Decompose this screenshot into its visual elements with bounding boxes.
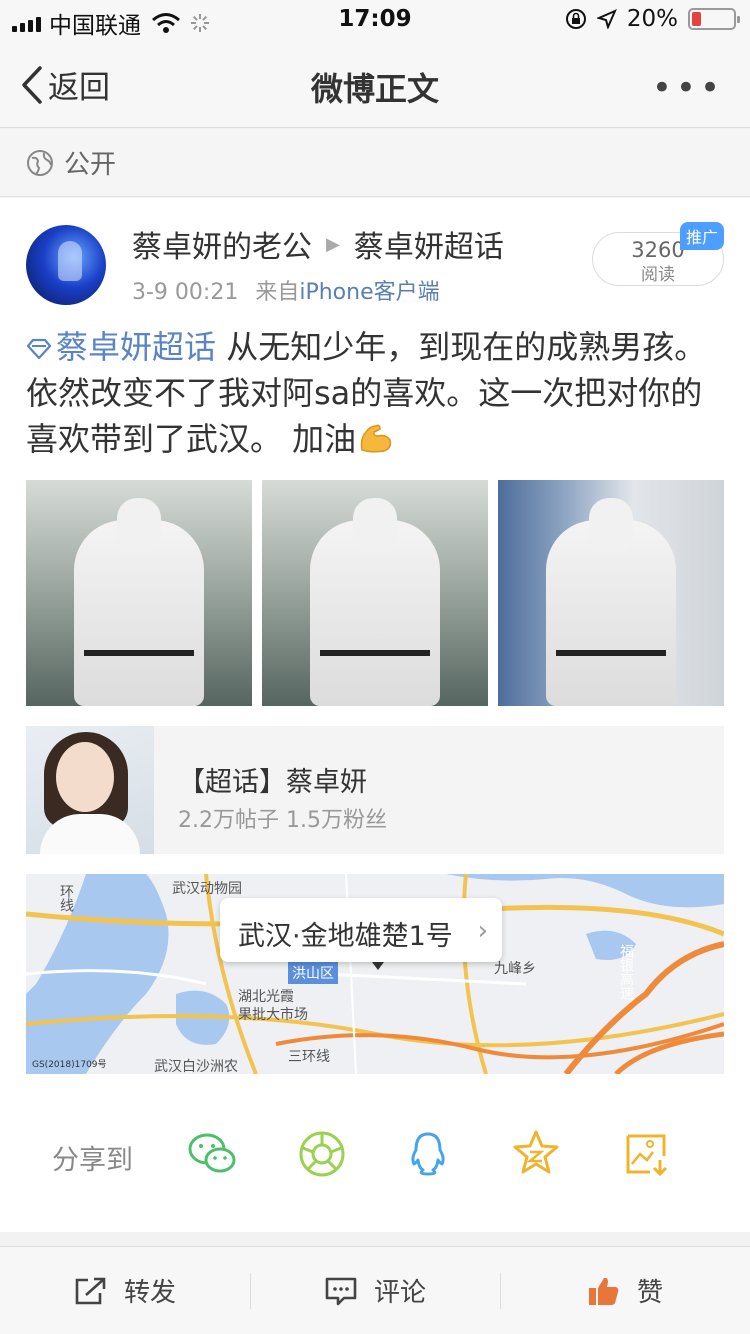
map-label-2: 洪山区 [288, 962, 338, 984]
rotation-lock-icon [565, 9, 586, 29]
share-row: 分享到 [0, 1116, 750, 1196]
thumbs-up-icon [588, 1277, 619, 1305]
author-row: 蔡卓妍的老公 ▶ 蔡卓妍超话 [132, 222, 504, 266]
comment-icon [325, 1277, 357, 1305]
post-card: 蔡卓妍的老公 ▶ 蔡卓妍超话 3-9 00:21 来自iPhone客户端 326… [0, 198, 750, 1232]
page-title: 微博正文 [310, 70, 439, 108]
photo-grid [26, 480, 724, 706]
battery-percent: 20% [626, 6, 678, 32]
repost-button[interactable]: 转发 [0, 1247, 250, 1334]
repost-icon [75, 1277, 106, 1304]
map-label-3: 湖北光霞 [238, 989, 294, 1005]
location-map[interactable]: 武汉动物园 洪山区 湖北光霞 果批大市场 九峰乡 三环线 武汉白沙洲农 福银高速… [26, 874, 724, 1074]
like-label: 赞 [636, 1278, 663, 1308]
map-label-1: 武汉动物园 [172, 881, 242, 897]
chevron-right-icon: › [477, 916, 488, 946]
map-label-7: 武汉白沙洲农 [154, 1059, 238, 1074]
map-pin-icon [372, 962, 384, 970]
battery-icon [688, 8, 740, 30]
comment-label: 评论 [373, 1278, 426, 1308]
map-label-8: 福银高速 [618, 944, 634, 1000]
map-label-6: 三环线 [288, 1049, 330, 1065]
read-label: 阅读 [641, 265, 675, 285]
globe-icon [27, 149, 53, 176]
photo-2[interactable] [262, 480, 488, 706]
qzone-icon[interactable] [510, 1128, 562, 1180]
post-source[interactable]: iPhone客户端 [299, 280, 439, 305]
author-name[interactable]: 蔡卓妍的老公 [132, 222, 312, 266]
flexed-biceps-icon [360, 424, 392, 453]
topic-tag[interactable]: 蔡卓妍超话 [26, 328, 216, 366]
map-copyright: GS(2018)1709号 [32, 1060, 107, 1070]
topic-card-title: 【超话】蔡卓妍 [178, 767, 367, 798]
share-label: 分享到 [52, 1145, 133, 1176]
status-bar: 中国联通 17:09 20% [0, 0, 750, 40]
location-name: 武汉·金地雄楚1号 [238, 921, 453, 952]
repost-label: 转发 [123, 1278, 176, 1308]
topic-card-stats: 2.2万帖子 1.5万粉丝 [178, 808, 387, 833]
visibility-label: 公开 [64, 150, 117, 180]
map-label-5: 九峰乡 [494, 961, 536, 977]
qq-icon[interactable] [402, 1128, 454, 1180]
moments-icon[interactable] [296, 1128, 348, 1180]
save-image-icon[interactable] [620, 1128, 672, 1180]
post-text: 蔡卓妍超话 从无知少年，到现在的成熟男孩。依然改变不了我对阿sa的喜欢。这一次把… [26, 324, 726, 462]
topic-thumbnail [26, 726, 154, 854]
topic-card[interactable]: 【超话】蔡卓妍 2.2万帖子 1.5万粉丝 [26, 726, 724, 854]
bottom-action-bar: 转发 评论 赞 [0, 1246, 750, 1334]
photo-1[interactable] [26, 480, 252, 706]
nav-bar: 返回 微博正文 ••• [0, 40, 750, 128]
visibility-row: 公开 [0, 129, 750, 197]
map-label-4: 果批大市场 [238, 1007, 308, 1023]
post-time: 3-9 00:21 [132, 280, 239, 305]
source-prefix: 来自 [255, 280, 300, 305]
photo-3[interactable] [498, 480, 724, 706]
like-button[interactable]: 赞 [500, 1247, 750, 1334]
promo-badge: 推广 [680, 222, 725, 250]
more-button[interactable]: ••• [652, 68, 724, 108]
wechat-icon[interactable] [186, 1128, 238, 1180]
post-meta: 3-9 00:21 来自iPhone客户端 [132, 274, 440, 306]
map-label-9: 环线 [58, 884, 74, 912]
comment-button[interactable]: 评论 [250, 1247, 500, 1334]
topic-tag-label: 蔡卓妍超话 [56, 328, 217, 366]
topic-link[interactable]: 蔡卓妍超话 [354, 222, 504, 266]
avatar[interactable] [26, 225, 106, 305]
diamond-icon [26, 338, 52, 360]
location-callout[interactable]: 武汉·金地雄楚1号 › [220, 898, 502, 962]
status-right: 20% [565, 6, 740, 32]
triangle-right-icon: ▶ [326, 233, 340, 255]
location-arrow-icon [596, 9, 617, 29]
